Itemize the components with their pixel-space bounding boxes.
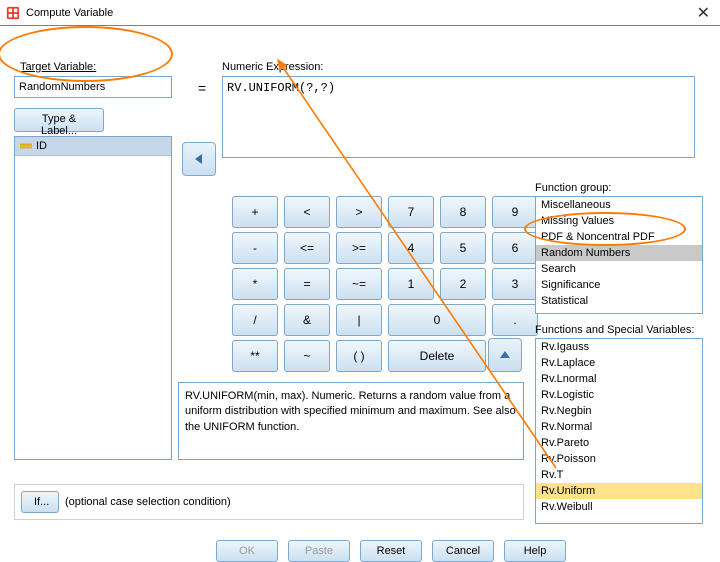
list-item[interactable]: Rv.Uniform [536,483,702,499]
key-6[interactable]: 6 [492,232,538,264]
functions-special-label: Functions and Special Variables: [535,324,694,336]
dialog-button-row: OK Paste Reset Cancel Help [216,540,566,562]
reset-button[interactable]: Reset [360,540,422,562]
target-variable-input[interactable] [14,76,172,98]
key-0[interactable]: 0 [388,304,486,336]
key-lt[interactable]: < [284,196,330,228]
list-item[interactable]: Rv.Pareto [536,435,702,451]
key-pow[interactable]: ** [232,340,278,372]
key-and[interactable]: & [284,304,330,336]
function-group-list[interactable]: Miscellaneous Missing Values PDF & Nonce… [535,196,703,314]
key-9[interactable]: 9 [492,196,538,228]
list-item[interactable]: Miscellaneous [536,197,702,213]
key-not[interactable]: ~ [284,340,330,372]
list-item[interactable]: Rv.Logistic [536,387,702,403]
key-mult[interactable]: * [232,268,278,300]
help-button[interactable]: Help [504,540,566,562]
key-plus[interactable]: + [232,196,278,228]
insert-function-button[interactable] [488,338,522,372]
list-item[interactable]: Rv.Laplace [536,355,702,371]
list-item[interactable]: Search [536,261,702,277]
list-item[interactable]: Rv.Normal [536,419,702,435]
paste-button[interactable]: Paste [288,540,350,562]
equals-sign: = [198,80,206,96]
list-item[interactable]: Rv.Poisson [536,451,702,467]
if-condition-row: If... (optional case selection condition… [14,484,524,520]
arrow-up-icon [497,347,513,363]
key-neq[interactable]: ~= [336,268,382,300]
close-icon[interactable]: ✕ [697,3,710,23]
key-5[interactable]: 5 [440,232,486,264]
numeric-expression-label: Numeric Expression: [222,61,323,73]
key-le[interactable]: <= [284,232,330,264]
functions-special-list[interactable]: Rv.Igauss Rv.Laplace Rv.Lnormal Rv.Logis… [535,338,703,524]
list-item[interactable]: Rv.Lnormal [536,371,702,387]
key-2[interactable]: 2 [440,268,486,300]
variable-id-label: ID [36,140,47,152]
type-and-label-button[interactable]: Type & Label... [14,108,104,132]
key-delete[interactable]: Delete [388,340,486,372]
if-condition-text: (optional case selection condition) [65,496,231,508]
list-item[interactable]: Rv.Negbin [536,403,702,419]
arrow-left-icon [191,151,207,167]
list-item[interactable]: Rv.T [536,467,702,483]
key-or[interactable]: | [336,304,382,336]
key-gt[interactable]: > [336,196,382,228]
function-group-label: Function group: [535,182,611,194]
target-variable-label: Target Variable: [20,61,96,73]
key-8[interactable]: 8 [440,196,486,228]
move-right-button[interactable] [182,142,216,176]
ruler-icon [20,140,32,152]
cancel-button[interactable]: Cancel [432,540,494,562]
key-ge[interactable]: >= [336,232,382,264]
window-title: Compute Variable [26,7,113,19]
key-dot[interactable]: . [492,304,538,336]
list-item[interactable]: Significance [536,277,702,293]
key-3[interactable]: 3 [492,268,538,300]
list-item[interactable]: Missing Values [536,213,702,229]
titlebar: Compute Variable ✕ [0,0,720,26]
list-item[interactable]: Rv.Igauss [536,339,702,355]
list-item[interactable]: Rv.Weibull [536,499,702,515]
list-item[interactable]: PDF & Noncentral PDF [536,229,702,245]
dialog-content: Target Variable: Type & Label... = Numer… [0,26,720,560]
key-parens[interactable]: ( ) [336,340,382,372]
key-7[interactable]: 7 [388,196,434,228]
list-item[interactable]: Random Numbers [536,245,702,261]
key-eq[interactable]: = [284,268,330,300]
variable-list[interactable]: ID [14,136,172,460]
app-icon [6,6,20,20]
numeric-expression-input[interactable]: RV.UNIFORM(?,?) [222,76,695,158]
key-div[interactable]: / [232,304,278,336]
ok-button[interactable]: OK [216,540,278,562]
variable-list-item[interactable]: ID [15,137,171,156]
key-4[interactable]: 4 [388,232,434,264]
key-1[interactable]: 1 [388,268,434,300]
list-item[interactable]: Statistical [536,293,702,309]
function-description: RV.UNIFORM(min, max). Numeric. Returns a… [178,382,524,460]
if-button[interactable]: If... [21,491,59,513]
key-minus[interactable]: - [232,232,278,264]
